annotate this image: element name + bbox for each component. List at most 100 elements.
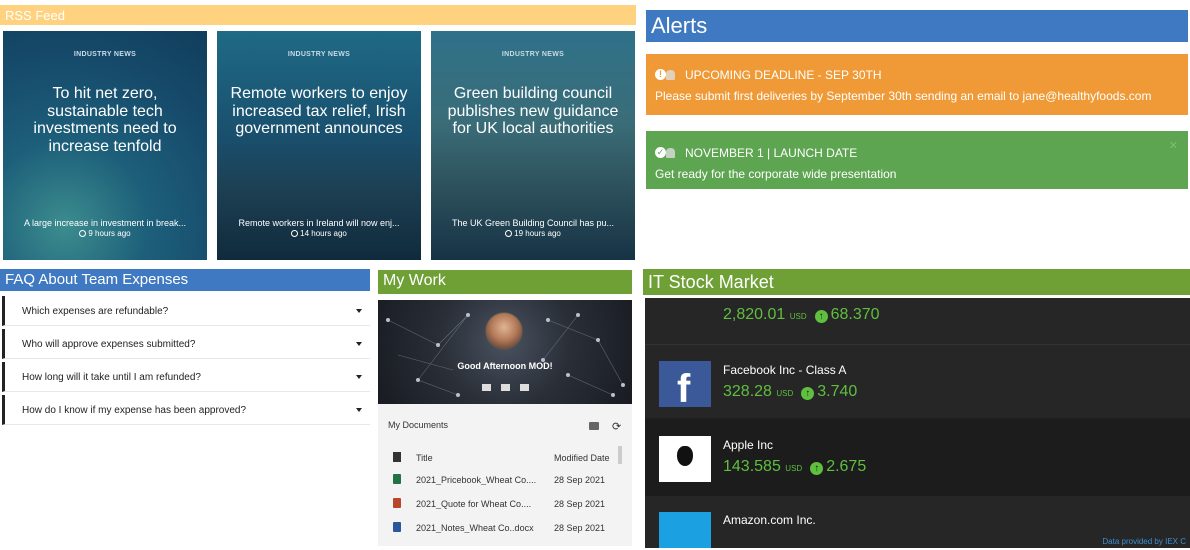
excel-file-icon bbox=[393, 474, 401, 484]
folder-icon[interactable] bbox=[589, 422, 599, 430]
my-work-banner: Good Afternoon MOD! bbox=[378, 300, 632, 404]
rss-card-time: 19 hours ago bbox=[431, 229, 635, 238]
chevron-down-icon[interactable] bbox=[356, 408, 362, 412]
documents-table: Title Modified Date 2021_Pricebook_Wheat… bbox=[388, 446, 618, 540]
my-work-header: My Work bbox=[378, 270, 632, 294]
rss-card-summary: The UK Green Building Council has pu... bbox=[451, 218, 615, 228]
column-title[interactable]: Title bbox=[416, 453, 544, 463]
data-credit-link[interactable]: Data provided by IEX C bbox=[1102, 537, 1186, 546]
rss-card-time: 14 hours ago bbox=[217, 229, 421, 238]
alert-deadline[interactable]: ! UPCOMING DEADLINE - SEP 30TH Please su… bbox=[646, 54, 1188, 115]
megaphone-icon bbox=[666, 70, 675, 80]
faq-header: FAQ About Team Expenses bbox=[0, 269, 370, 291]
rss-card-time-text: 9 hours ago bbox=[88, 229, 131, 238]
arrow-up-icon: ↑ bbox=[801, 387, 815, 400]
table-row[interactable]: 2021_Pricebook_Wheat Co.... 28 Sep 2021 bbox=[388, 468, 618, 492]
rss-card-tag: INDUSTRY NEWS bbox=[287, 51, 351, 58]
rss-card[interactable]: INDUSTRY NEWS Remote workers to enjoy in… bbox=[217, 31, 421, 260]
document-name[interactable]: 2021_Pricebook_Wheat Co.... bbox=[416, 475, 544, 485]
rss-card-summary: A large increase in investment in break.… bbox=[23, 218, 187, 228]
document-modified: 28 Sep 2021 bbox=[554, 523, 606, 533]
rss-card-time: 9 hours ago bbox=[3, 229, 207, 238]
clock-icon bbox=[505, 230, 513, 237]
table-row[interactable]: 2021_Notes_Wheat Co..docx 28 Sep 2021 bbox=[388, 516, 618, 540]
alert-text: Please submit first deliveries by Septem… bbox=[655, 89, 1152, 103]
stock-market-header: IT Stock Market bbox=[643, 269, 1190, 295]
stock-price-value: 2,820.01 bbox=[723, 306, 786, 323]
alert-info-icon: ✓ bbox=[655, 147, 677, 159]
table-header: Title Modified Date bbox=[388, 446, 618, 468]
document-name[interactable]: 2021_Quote for Wheat Co.... bbox=[416, 499, 544, 509]
file-icon bbox=[393, 452, 401, 462]
rss-card-time-text: 19 hours ago bbox=[514, 229, 561, 238]
rss-card-title[interactable]: Green building council publishes new gui… bbox=[439, 85, 627, 138]
rss-card[interactable]: INDUSTRY NEWS Green building council pub… bbox=[431, 31, 635, 260]
document-name[interactable]: 2021_Notes_Wheat Co..docx bbox=[416, 523, 544, 533]
apple-logo-icon bbox=[659, 436, 711, 482]
refresh-icon[interactable]: ⟳ bbox=[612, 420, 621, 433]
alert-text: Get ready for the corporate wide present… bbox=[655, 167, 897, 181]
exclamation-icon: ! bbox=[655, 69, 666, 80]
rss-card-summary: Remote workers in Ireland will now enj..… bbox=[238, 218, 400, 228]
rss-card-tag: INDUSTRY NEWS bbox=[73, 51, 137, 58]
stock-name: Facebook Inc - Class A bbox=[723, 363, 847, 377]
apple-shape bbox=[677, 446, 693, 466]
rss-card-time-text: 14 hours ago bbox=[300, 229, 347, 238]
megaphone-icon bbox=[666, 148, 675, 158]
rss-card[interactable]: INDUSTRY NEWS To hit net zero, sustainab… bbox=[3, 31, 207, 260]
document-modified: 28 Sep 2021 bbox=[554, 475, 606, 485]
chevron-down-icon[interactable] bbox=[356, 375, 362, 379]
stock-name: Amazon.com Inc. bbox=[723, 513, 816, 527]
arrow-up-icon: ↑ bbox=[814, 310, 828, 323]
stock-price-value: 328.28 bbox=[723, 383, 772, 400]
avatar[interactable] bbox=[485, 312, 523, 350]
stock-item[interactable]: f Facebook Inc - Class A 328.28 USD ↑ 3.74… bbox=[645, 344, 1190, 418]
stock-change: 2.675 bbox=[826, 458, 867, 475]
faq-question: Which expenses are refundable? bbox=[22, 306, 169, 317]
stock-change: 3.740 bbox=[817, 383, 858, 400]
faq-item[interactable]: Who will approve expenses submitted? bbox=[2, 329, 370, 359]
check-icon: ✓ bbox=[655, 147, 666, 158]
my-documents-title: My Documents bbox=[388, 420, 449, 430]
alert-launch[interactable]: ✓ NOVEMBER 1 | LAUNCH DATE Get ready for… bbox=[646, 131, 1188, 189]
alert-info-icon: ! bbox=[655, 69, 677, 81]
facebook-logo-glyph: f bbox=[677, 367, 691, 411]
column-modified[interactable]: Modified Date bbox=[554, 453, 610, 463]
clock-icon bbox=[79, 230, 87, 237]
rss-card-title[interactable]: Remote workers to enjoy increased tax re… bbox=[225, 85, 413, 138]
stock-change: 68.370 bbox=[830, 306, 880, 323]
alert-title: NOVEMBER 1 | LAUNCH DATE bbox=[685, 146, 858, 160]
mail-icon[interactable] bbox=[500, 384, 510, 391]
stock-price-value: 143.585 bbox=[723, 458, 781, 475]
facebook-logo-icon: f bbox=[659, 361, 711, 411]
faq-item[interactable]: How long will it take until I am refunde… bbox=[2, 362, 370, 392]
rss-card-tag: INDUSTRY NEWS bbox=[501, 51, 565, 58]
faq-question: How do I know if my expense has been app… bbox=[22, 405, 247, 416]
quick-actions bbox=[378, 378, 632, 396]
faq-item[interactable]: How do I know if my expense has been app… bbox=[2, 395, 370, 425]
powerpoint-file-icon bbox=[393, 498, 401, 508]
stock-currency: USD bbox=[785, 464, 803, 473]
stock-price: 328.28 USD ↑ 3.740 bbox=[723, 383, 857, 401]
chevron-down-icon[interactable] bbox=[356, 342, 362, 346]
document-modified: 28 Sep 2021 bbox=[554, 499, 606, 509]
rss-feed-header: RSS Feed bbox=[0, 5, 636, 25]
folder-icon[interactable] bbox=[481, 384, 491, 391]
stock-ticker: 2,820.01 USD ↑ 68.370 f Facebook Inc - Cla… bbox=[645, 298, 1190, 548]
stock-price: 143.585 USD ↑ 2.675 bbox=[723, 458, 866, 476]
greeting-text: Good Afternoon MOD! bbox=[457, 361, 553, 371]
table-row[interactable]: 2021_Quote for Wheat Co.... 28 Sep 2021 bbox=[388, 492, 618, 516]
task-icon[interactable] bbox=[519, 384, 529, 391]
faq-question: Who will approve expenses submitted? bbox=[22, 339, 196, 350]
faq-item[interactable]: Which expenses are refundable? bbox=[2, 296, 370, 326]
stock-item[interactable]: 2,820.01 USD ↑ 68.370 bbox=[645, 298, 1190, 344]
alerts-header: Alerts bbox=[646, 10, 1188, 42]
stock-item[interactable]: Apple Inc 143.585 USD ↑ 2.675 bbox=[645, 420, 1190, 496]
stock-currency: USD bbox=[789, 312, 807, 321]
clock-icon bbox=[291, 230, 299, 237]
scrollbar[interactable] bbox=[618, 446, 622, 464]
chevron-down-icon[interactable] bbox=[356, 309, 362, 313]
close-icon[interactable]: ✕ bbox=[1169, 139, 1178, 152]
alert-title: UPCOMING DEADLINE - SEP 30TH bbox=[685, 68, 882, 82]
rss-card-title[interactable]: To hit net zero, sustainable tech invest… bbox=[11, 85, 199, 155]
